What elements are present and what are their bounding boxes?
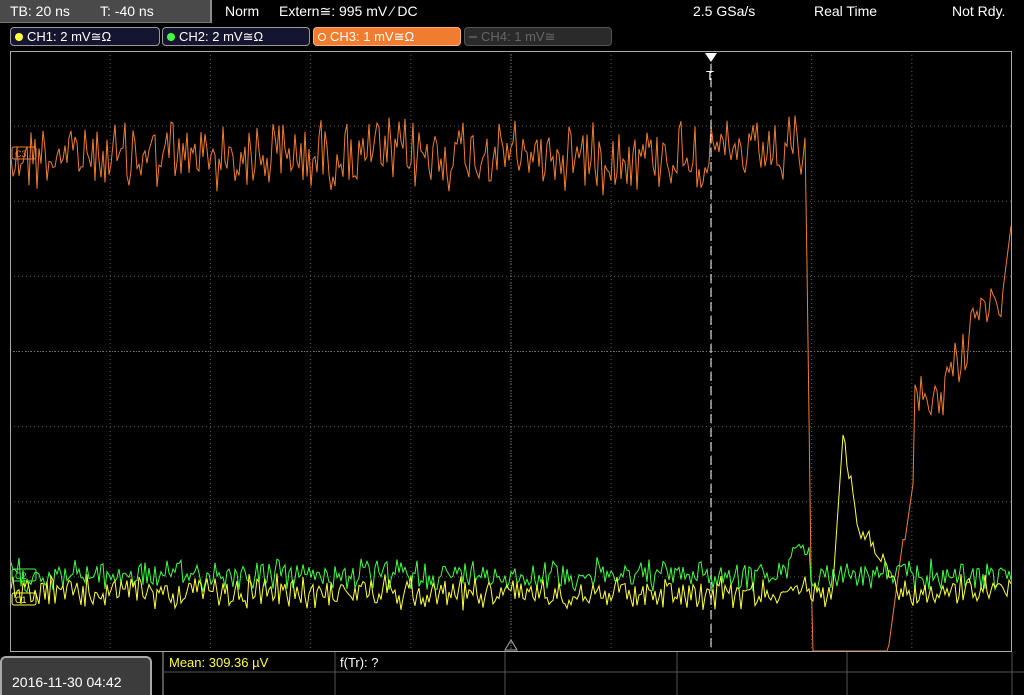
graticule-border <box>10 51 1012 652</box>
measurement-frequency[interactable]: f(Tr): ? <box>340 655 379 670</box>
datetime-label: 2016-11-30 04:42 <box>12 674 122 690</box>
measurement-mean[interactable]: Mean: 309.36 µV <box>169 655 268 670</box>
measurement-table <box>162 652 1024 695</box>
